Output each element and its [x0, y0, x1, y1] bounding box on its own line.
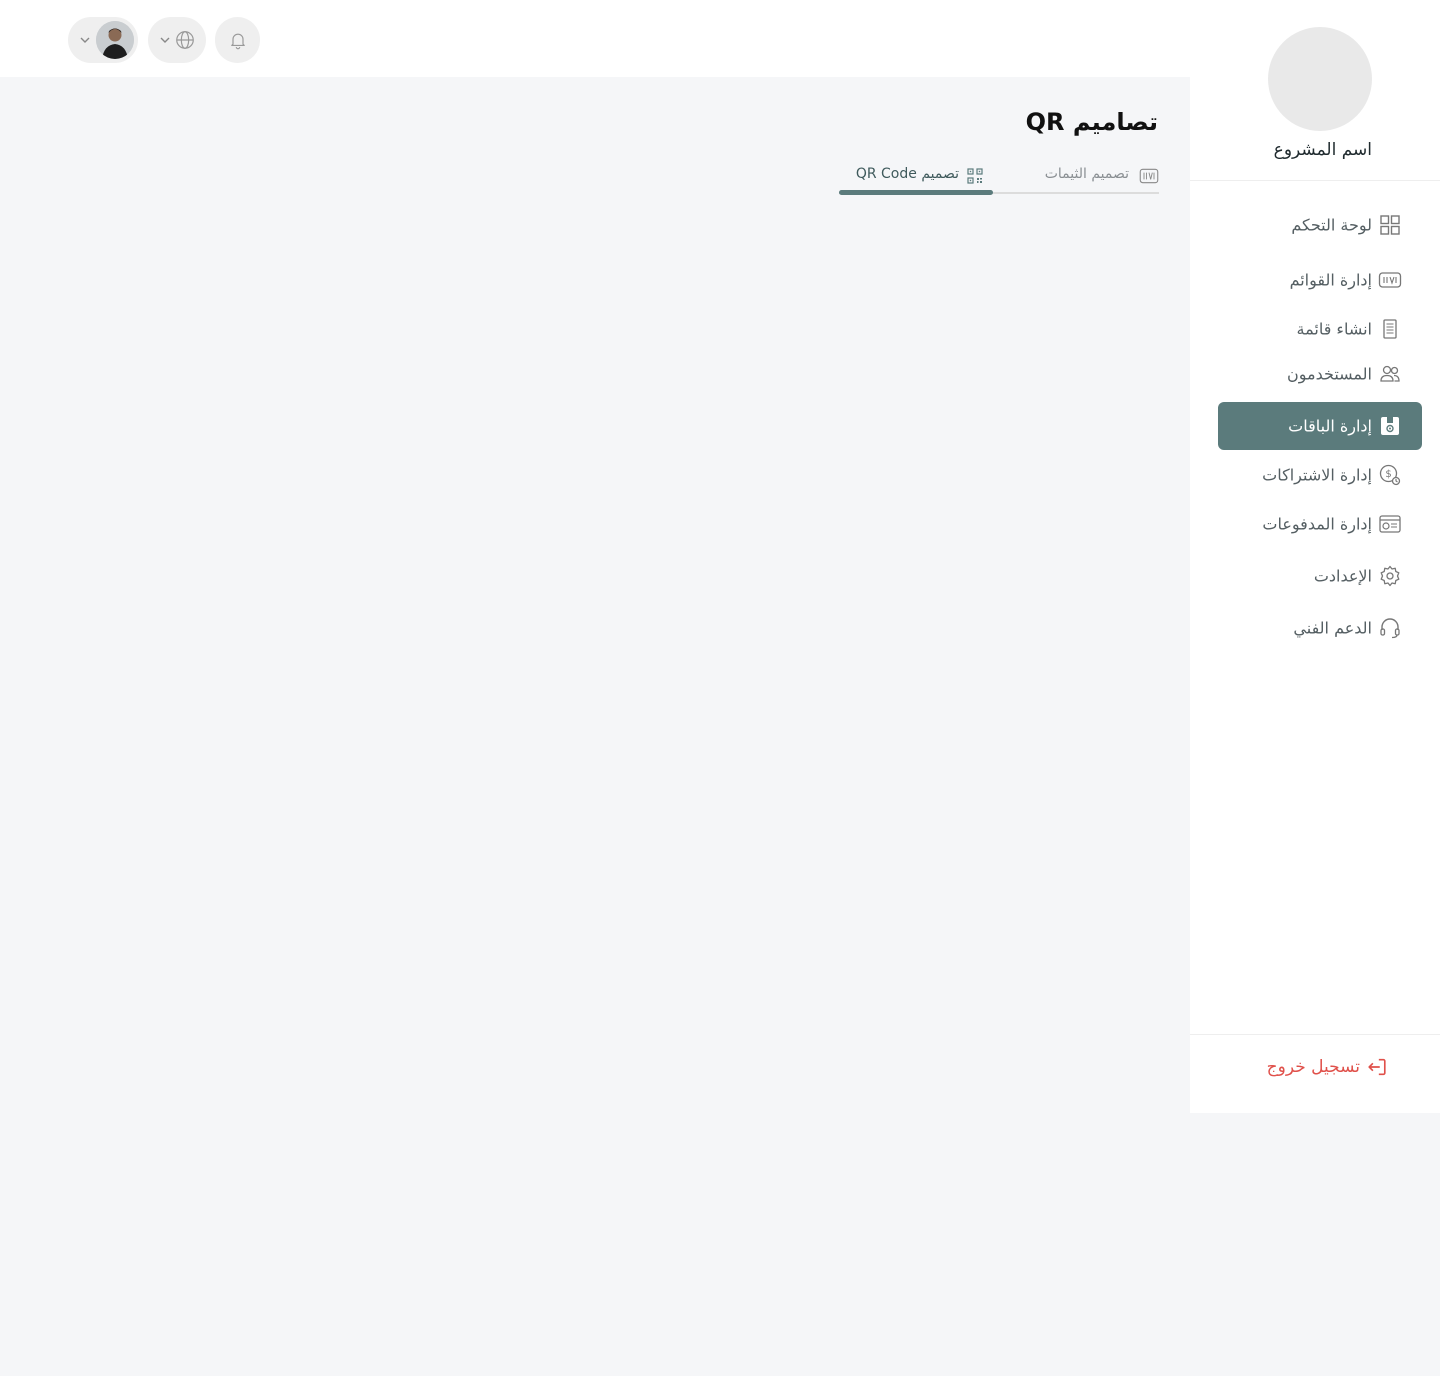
sidebar-item-settings[interactable]: الإعدادت [1218, 552, 1422, 600]
avatar [96, 21, 134, 59]
sidebar-item-subscriptions[interactable]: $ إدارة الاشتراكات [1218, 451, 1422, 499]
sidebar-item-support[interactable]: الدعم الفني [1218, 604, 1422, 652]
theme-icon [1139, 168, 1159, 184]
tab-label: تصميم الثيمات [1044, 166, 1129, 182]
project-logo[interactable] [1268, 27, 1372, 131]
chevron-down-icon [160, 37, 170, 43]
grid-icon [1380, 215, 1400, 235]
sidebar-item-label: إدارة القوائم [1289, 270, 1372, 290]
user-menu-button[interactable] [68, 17, 138, 63]
notifications-button[interactable] [215, 17, 260, 63]
sidebar-item-label: إدارة الاشتراكات [1262, 465, 1372, 485]
sidebar-item-label: الدعم الفني [1293, 618, 1372, 638]
sidebar-item-label: إدارة الباقات [1288, 416, 1372, 436]
menu-list-icon [1378, 272, 1402, 288]
divider [1190, 180, 1440, 181]
logout-label: تسجيل خروج [1266, 1057, 1360, 1077]
sidebar-item-payments[interactable]: إدارة المدفوعات [1218, 500, 1422, 548]
sidebar-item-dashboard[interactable]: لوحة التحكم [1218, 201, 1422, 249]
gear-icon [1380, 565, 1400, 587]
sidebar-item-packages[interactable]: إدارة الباقات [1218, 402, 1422, 450]
tab-qr-code-design[interactable]: تصميم QR Code [839, 160, 993, 195]
divider [1190, 1034, 1440, 1035]
globe-icon [176, 31, 194, 49]
package-icon [1381, 417, 1399, 435]
svg-text:$: $ [1385, 469, 1391, 480]
active-tab-indicator [839, 190, 993, 195]
sidebar-item-label: إدارة المدفوعات [1262, 514, 1372, 534]
sidebar: اسم المشروع لوحة التحكم إدارة القوائم ان… [1190, 0, 1440, 1113]
subscription-icon: $ [1379, 464, 1401, 486]
language-button[interactable] [148, 17, 206, 63]
tab-theme-design[interactable]: تصميم الثيمات [993, 160, 1159, 194]
sidebar-item-label: المستخدمون [1287, 364, 1372, 384]
headset-icon [1380, 618, 1400, 639]
tab-label: تصميم QR Code [855, 166, 959, 182]
logout-icon [1368, 1058, 1386, 1076]
logout-button[interactable]: تسجيل خروج [1218, 1043, 1422, 1091]
sidebar-item-label: لوحة التحكم [1291, 215, 1372, 235]
bell-icon [230, 33, 245, 50]
tabs: تصميم الثيمات تصميم QR Code [839, 160, 1159, 196]
page-title: تصاميم QR [1025, 108, 1158, 136]
sidebar-item-label: الإعدادت [1313, 566, 1372, 586]
chevron-down-icon [80, 37, 90, 43]
project-name: اسم المشروع [1273, 140, 1372, 160]
document-icon [1383, 319, 1397, 339]
payments-icon [1379, 515, 1401, 533]
sidebar-item-create-menu[interactable]: انشاء قائمة [1218, 305, 1422, 353]
sidebar-item-menus[interactable]: إدارة القوائم [1218, 256, 1422, 304]
top-bar [0, 0, 1190, 77]
qr-code-icon [967, 168, 983, 184]
sidebar-item-label: انشاء قائمة [1296, 319, 1372, 339]
sidebar-item-users[interactable]: المستخدمون [1218, 350, 1422, 398]
users-icon [1380, 365, 1400, 382]
